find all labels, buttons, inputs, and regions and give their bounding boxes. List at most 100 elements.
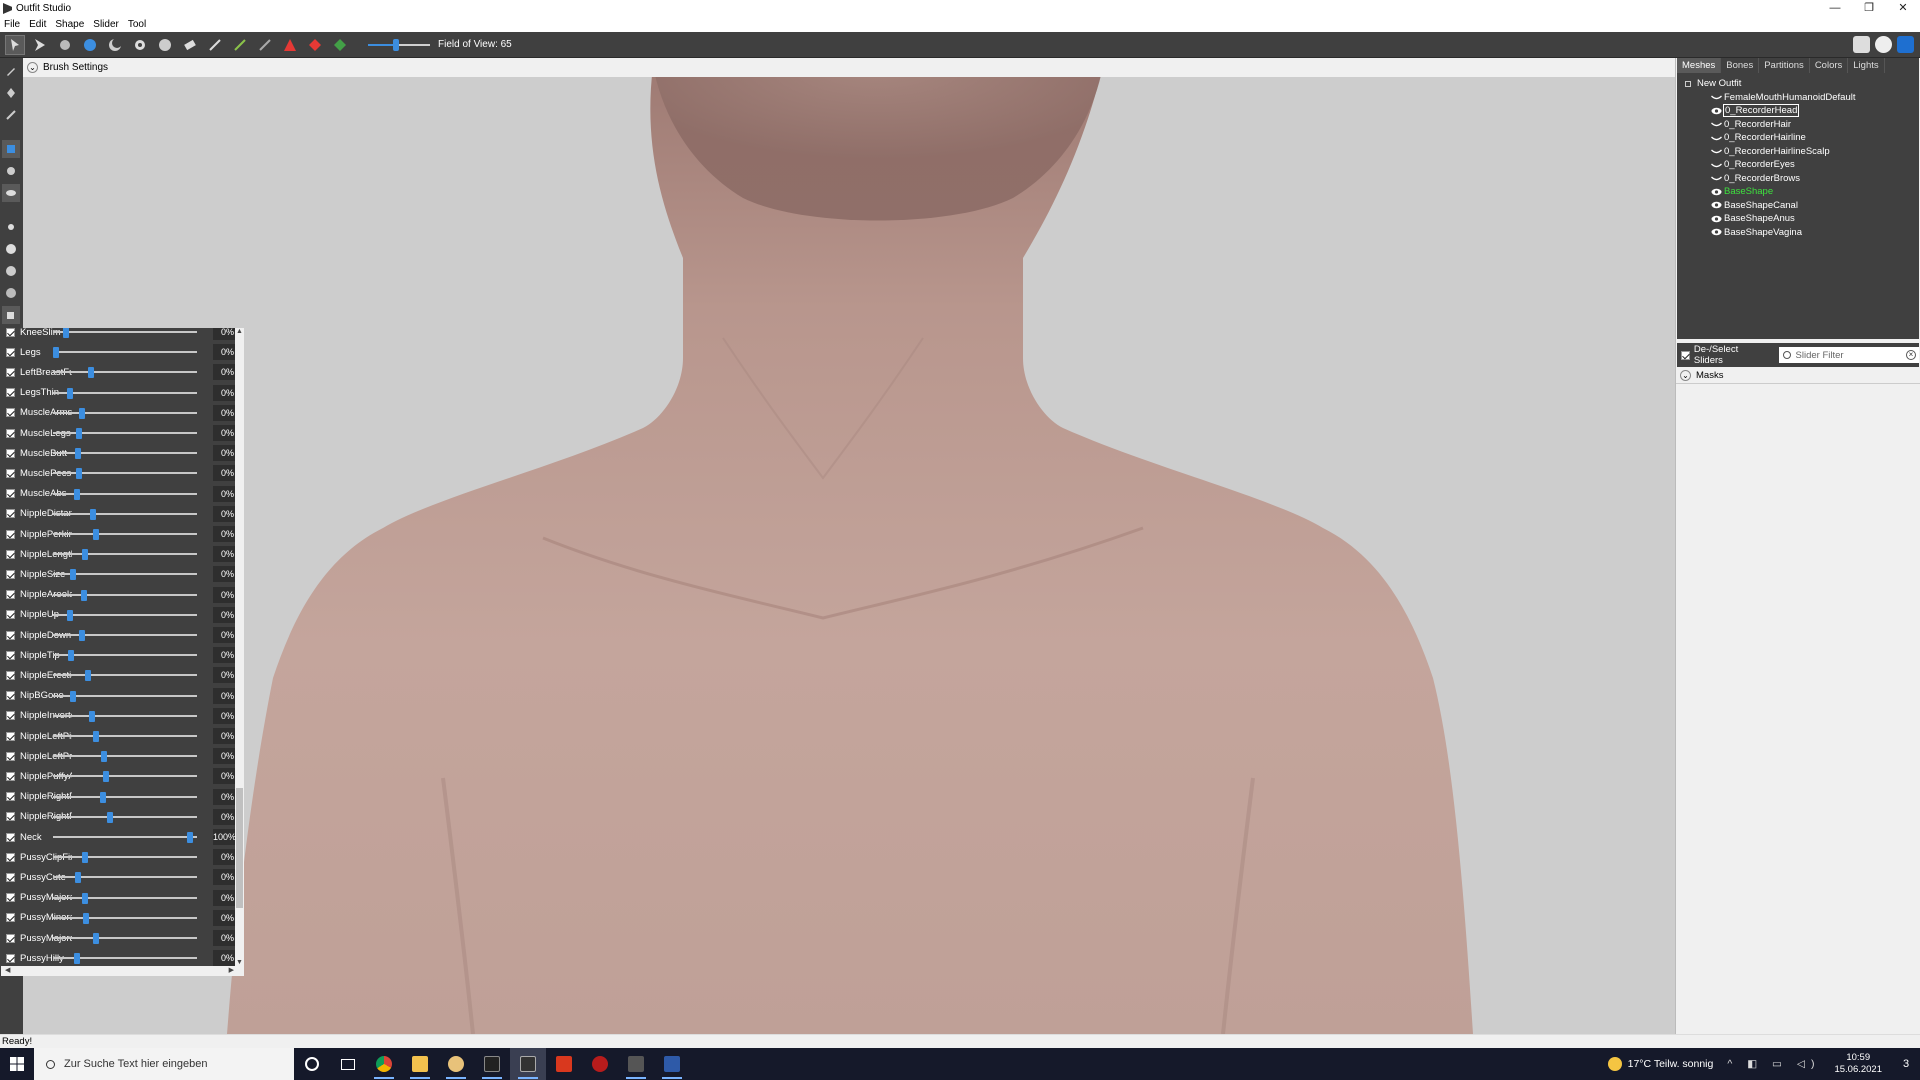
- slider-checkbox[interactable]: [6, 913, 15, 923]
- eye-closed-icon[interactable]: [1711, 134, 1722, 142]
- wireframe-toggle[interactable]: [2, 140, 20, 158]
- slider-track[interactable]: [53, 735, 197, 737]
- pencil-tool-button[interactable]: [2, 106, 20, 124]
- slider-value-field[interactable]: 0%: [213, 930, 235, 946]
- slider-handle[interactable]: [93, 933, 100, 944]
- undiff-brush-button[interactable]: [180, 35, 200, 55]
- menu-slider[interactable]: Slider: [93, 19, 119, 30]
- slider-value-field[interactable]: 0%: [213, 606, 235, 623]
- slider-checkbox[interactable]: [6, 328, 15, 337]
- slider-value-field[interactable]: 0%: [213, 404, 235, 421]
- smooth-brush-button[interactable]: [155, 35, 175, 55]
- slider-checkbox[interactable]: [6, 448, 15, 458]
- slider-value-field[interactable]: 0%: [213, 566, 235, 583]
- inflate-brush-button[interactable]: [80, 35, 100, 55]
- slider-track[interactable]: [53, 331, 197, 333]
- slider-handle[interactable]: [75, 448, 82, 460]
- alpha-brush-button[interactable]: [255, 35, 275, 55]
- slider-checkbox[interactable]: [6, 812, 15, 822]
- slider-checkbox[interactable]: [6, 367, 15, 377]
- app4-taskbar-button[interactable]: [474, 1048, 510, 1080]
- slider-value-field[interactable]: 100%: [213, 829, 235, 845]
- slider-handle[interactable]: [76, 468, 83, 480]
- slider-value-field[interactable]: 0%: [213, 728, 235, 744]
- mesh-item[interactable]: 0_RecorderHairline: [1677, 131, 1919, 145]
- slider-handle[interactable]: [75, 872, 82, 884]
- brush-size-2[interactable]: [2, 240, 20, 258]
- slider-track[interactable]: [53, 674, 197, 677]
- slider-track[interactable]: [53, 432, 197, 434]
- xyz-button[interactable]: [330, 35, 350, 55]
- slider-value-field[interactable]: 0%: [213, 808, 235, 825]
- slider-checkbox[interactable]: [6, 731, 15, 741]
- warning-button[interactable]: [280, 35, 300, 55]
- slider-checkbox[interactable]: [6, 590, 15, 600]
- clear-filter-icon[interactable]: ×: [1906, 350, 1916, 360]
- edit-tool-button[interactable]: [2, 62, 20, 80]
- tab-colors[interactable]: Colors: [1810, 58, 1849, 73]
- slider-checkbox[interactable]: [6, 953, 15, 963]
- mesh-item[interactable]: 0_RecorderHair: [1677, 118, 1919, 132]
- eye-icon[interactable]: [1711, 201, 1722, 209]
- menu-tool[interactable]: Tool: [128, 19, 146, 30]
- slider-handle[interactable]: [81, 852, 88, 864]
- brush-settings-header[interactable]: ⌄ Brush Settings: [23, 58, 1675, 77]
- slider-track[interactable]: [53, 654, 197, 657]
- cube-view-button[interactable]: [2, 306, 20, 324]
- mesh-item[interactable]: 0_RecorderEyes: [1677, 158, 1919, 172]
- slider-track[interactable]: [53, 937, 197, 939]
- texture-toggle[interactable]: [2, 184, 20, 202]
- slider-value-field[interactable]: 0%: [213, 465, 235, 482]
- app9-taskbar-button[interactable]: [654, 1048, 690, 1080]
- slider-checkbox[interactable]: [6, 428, 15, 438]
- slider-checkbox[interactable]: [6, 569, 15, 579]
- clock[interactable]: 10:59 15.06.2021: [1834, 1052, 1882, 1076]
- move-brush-button[interactable]: [130, 35, 150, 55]
- slider-track[interactable]: [53, 472, 197, 475]
- slider-track[interactable]: [53, 815, 197, 818]
- slider-value-field[interactable]: 0%: [213, 627, 235, 643]
- slider-handle[interactable]: [90, 508, 97, 520]
- mesh-item[interactable]: BaseShapeVagina: [1677, 226, 1919, 240]
- slider-handle[interactable]: [81, 892, 88, 904]
- slider-handle[interactable]: [87, 367, 94, 379]
- slider-handle[interactable]: [93, 731, 100, 742]
- slider-checkbox[interactable]: [6, 610, 15, 620]
- github-icon[interactable]: [1875, 36, 1892, 53]
- slider-track[interactable]: [53, 391, 197, 394]
- slider-value-field[interactable]: 0%: [213, 546, 235, 563]
- tab-bones[interactable]: Bones: [1721, 58, 1760, 73]
- mesh-item[interactable]: FemaleMouthHumanoidDefault: [1677, 91, 1919, 105]
- anchor-tool-button[interactable]: [2, 84, 20, 102]
- app6-taskbar-button[interactable]: [546, 1048, 582, 1080]
- slider-checkbox[interactable]: [6, 893, 15, 903]
- slider-handle[interactable]: [73, 488, 80, 500]
- slider-checkbox[interactable]: [6, 650, 15, 660]
- chevron-down-icon[interactable]: ⌄: [27, 62, 38, 73]
- slider-handle[interactable]: [69, 569, 76, 581]
- lighting-toggle[interactable]: [2, 162, 20, 180]
- slider-handle[interactable]: [62, 328, 69, 338]
- slider-checkbox[interactable]: [6, 872, 15, 882]
- slider-handle[interactable]: [76, 428, 83, 439]
- slider-checkbox[interactable]: [6, 630, 15, 640]
- slider-checkbox[interactable]: [6, 549, 15, 559]
- slider-track[interactable]: [53, 411, 197, 414]
- weight-brush-button[interactable]: [205, 35, 225, 55]
- weather-widget[interactable]: 17°C Teilw. sonnig: [1607, 1057, 1713, 1071]
- menu-shape[interactable]: Shape: [55, 19, 84, 30]
- paypal-icon[interactable]: [1897, 36, 1914, 53]
- slider-track[interactable]: [53, 634, 197, 636]
- masks-header[interactable]: ⌄ Masks: [1676, 367, 1920, 384]
- slider-filter-input[interactable]: Slider Filter ×: [1778, 347, 1919, 363]
- eye-closed-icon[interactable]: [1711, 174, 1722, 182]
- taskbar-search-input[interactable]: Zur Suche Text hier eingeben: [34, 1048, 294, 1080]
- slider-value-field[interactable]: 0%: [213, 707, 235, 724]
- slider-value-field[interactable]: 0%: [213, 667, 235, 684]
- close-button[interactable]: ✕: [1886, 0, 1920, 17]
- collapse-box-icon[interactable]: [1685, 80, 1691, 87]
- slider-checkbox[interactable]: [6, 751, 15, 761]
- slider-track[interactable]: [53, 916, 197, 919]
- slider-handle[interactable]: [101, 751, 108, 763]
- fov-slider[interactable]: [368, 37, 430, 53]
